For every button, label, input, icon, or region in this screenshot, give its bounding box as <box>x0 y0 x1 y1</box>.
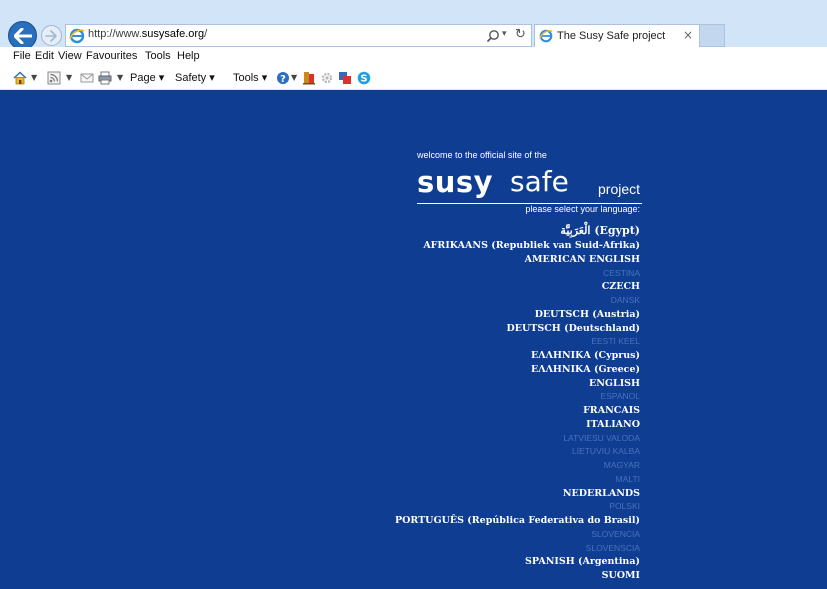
svg-text:S: S <box>360 74 367 85</box>
address-bar[interactable]: http://www.susysafe.org/ ▾ ↻ <box>65 24 532 47</box>
menu-help[interactable]: Help <box>177 50 200 62</box>
svg-text:?: ? <box>280 74 286 85</box>
language-link[interactable]: SPANISH (Argentina) <box>395 555 640 569</box>
safety-menu-label: Safety <box>175 72 207 84</box>
language-link: ESPANOL <box>600 391 640 402</box>
menu-bar: File Edit View Favourites Tools Help <box>0 47 827 67</box>
command-bar: ▼ ▼ ▼ Page ▾ Safety ▾ Tools ▾ ? ▼ S <box>0 67 827 90</box>
forward-arrow-icon <box>45 30 57 42</box>
language-link: SLOVENSCIA <box>585 542 640 553</box>
language-link: MAGYAR <box>603 460 640 470</box>
new-tab-button[interactable] <box>700 24 725 47</box>
language-link: DANSK <box>610 295 640 305</box>
home-icon[interactable] <box>13 71 27 85</box>
menu-file[interactable]: File <box>13 50 31 62</box>
language-link: CESTINA <box>603 267 640 278</box>
back-arrow-icon <box>14 28 32 44</box>
logo-project: project <box>598 181 641 197</box>
logo-safe: safe <box>510 165 569 198</box>
print-dropdown-icon[interactable]: ▼ <box>117 73 123 82</box>
url-text[interactable]: http://www.susysafe.org/ <box>88 28 207 40</box>
language-link: LIETUVIU KALBA <box>571 446 640 457</box>
mail-icon[interactable] <box>80 71 94 85</box>
language-link[interactable]: ITALIANO <box>395 418 640 432</box>
tab-title: The Susy Safe project <box>557 30 666 42</box>
search-icon[interactable] <box>486 29 500 43</box>
language-link[interactable]: AMERICAN ENGLISH <box>395 253 640 267</box>
back-button[interactable] <box>8 21 37 50</box>
browser-titlebar: http://www.susysafe.org/ ▾ ↻ The Susy Sa… <box>0 0 827 50</box>
language-list: (Egypt) الْعَرَبِيَّة AFRIKAANS (Republie… <box>395 223 640 583</box>
refresh-icon[interactable]: ↻ <box>515 27 526 42</box>
menu-edit[interactable]: Edit <box>35 50 54 62</box>
home-dropdown-icon[interactable]: ▼ <box>31 73 37 82</box>
translate-icon[interactable] <box>338 71 352 85</box>
language-link: MALTI <box>615 473 640 484</box>
tools-menu-button[interactable]: Tools ▾ <box>233 71 267 84</box>
language-link[interactable]: DEUTSCH (Deutschland) <box>395 322 640 336</box>
skype-icon[interactable]: S <box>357 71 371 85</box>
language-link: EESTI KEEL <box>591 336 640 347</box>
safety-menu-button[interactable]: Safety ▾ <box>175 71 215 84</box>
logo-susy: susy <box>417 165 494 199</box>
url-prefix: http://www. <box>88 28 142 40</box>
forward-button[interactable] <box>41 25 62 46</box>
language-link[interactable]: AFRIKAANS (Republiek van Suid-Afrika) <box>395 239 640 253</box>
language-link[interactable]: ΕΛΛΗΝΙΚΑ (Cyprus) <box>395 349 640 363</box>
select-language-prompt: please select your language: <box>525 204 640 214</box>
menu-tools[interactable]: Tools <box>145 50 171 62</box>
language-link[interactable]: CZECH <box>395 280 640 294</box>
help-dropdown-icon[interactable]: ▼ <box>291 73 297 82</box>
language-link[interactable]: NEDERLANDS <box>395 487 640 501</box>
language-link[interactable]: DEUTSCH (Austria) <box>395 308 640 322</box>
language-link[interactable]: FRANCAIS <box>395 404 640 418</box>
page-content: welcome to the official site of the susy… <box>0 90 827 589</box>
language-link[interactable]: PORTUGUÊS (República Federativa do Brasi… <box>395 514 640 528</box>
page-menu-label: Page <box>130 72 156 84</box>
tab-susy-safe[interactable]: The Susy Safe project × <box>534 24 700 47</box>
language-link[interactable]: ΕΛΛΗΝΙΚΑ (Greece) <box>395 363 640 377</box>
susy-safe-logo: susy safe project <box>417 165 642 204</box>
address-dropdown-icon[interactable]: ▾ <box>502 29 507 39</box>
feed-dropdown-icon[interactable]: ▼ <box>66 73 72 82</box>
language-link[interactable]: ENGLISH <box>395 377 640 391</box>
url-domain: susysafe.org <box>141 28 205 40</box>
welcome-text: welcome to the official site of the <box>417 150 547 160</box>
research-icon[interactable] <box>302 71 316 85</box>
language-link: SLOVENCIA <box>591 528 640 539</box>
language-link: POLSKI <box>609 501 640 512</box>
page-menu-button[interactable]: Page ▾ <box>130 71 164 84</box>
url-suffix: / <box>204 28 208 40</box>
tools-menu-label: Tools <box>233 72 259 84</box>
ie-favicon-icon <box>69 28 85 44</box>
menu-favourites[interactable]: Favourites <box>86 50 137 62</box>
rss-feed-icon[interactable] <box>47 71 61 85</box>
tab-close-icon[interactable]: × <box>683 28 693 42</box>
language-link[interactable]: SUOMI <box>395 569 640 583</box>
language-link: LATVIESU VALODA <box>563 432 640 443</box>
tab-favicon-icon <box>539 29 553 43</box>
print-icon[interactable] <box>98 71 112 85</box>
settings-gear-icon[interactable] <box>320 71 334 85</box>
language-link[interactable]: (Egypt) الْعَرَبِيَّة <box>395 223 640 239</box>
menu-view[interactable]: View <box>58 50 82 62</box>
help-icon[interactable]: ? <box>276 71 290 85</box>
